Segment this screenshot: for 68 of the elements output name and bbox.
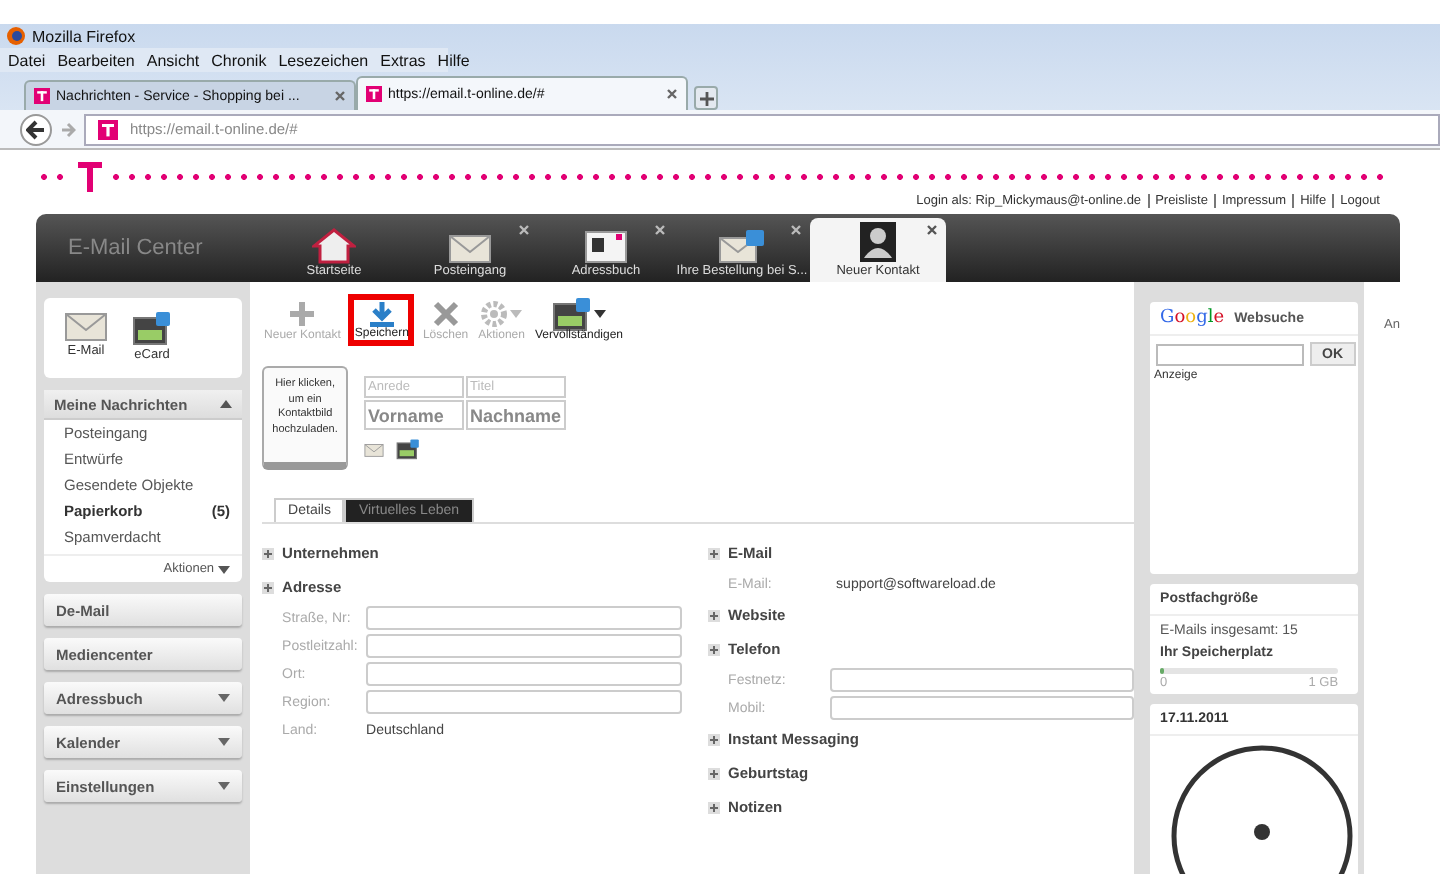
download-icon xyxy=(367,300,396,328)
close-icon[interactable] xyxy=(518,224,530,236)
back-arrow-icon xyxy=(26,119,46,139)
close-icon[interactable] xyxy=(790,224,802,236)
expand-icon[interactable] xyxy=(708,547,721,559)
expand-icon[interactable] xyxy=(708,733,721,745)
dropdown-button[interactable] xyxy=(218,694,231,702)
menu-item[interactable]: Bearbeiten xyxy=(57,51,135,69)
envelope-icon xyxy=(448,232,492,264)
input-field[interactable] xyxy=(366,690,683,714)
expand-icon[interactable] xyxy=(708,643,721,655)
input-field[interactable] xyxy=(366,662,683,686)
window-title: Mozilla Firefox xyxy=(32,27,136,45)
new-tab-button[interactable] xyxy=(694,86,718,110)
firefox-logo-icon xyxy=(6,26,26,46)
menu-item[interactable]: Extras xyxy=(380,51,426,69)
caret-icon xyxy=(218,738,231,746)
dropdown-button[interactable] xyxy=(218,738,231,746)
caret-icon xyxy=(510,310,523,318)
input-field[interactable]: Vorname xyxy=(364,400,465,430)
caret-icon xyxy=(220,400,233,408)
house-icon xyxy=(312,228,356,264)
app-title: E-Mail Center xyxy=(66,236,205,260)
google-logo: Google xyxy=(1160,308,1225,328)
expand-icon[interactable] xyxy=(262,581,275,593)
close-icon[interactable] xyxy=(654,224,666,236)
menu-item[interactable]: Ansicht xyxy=(146,51,200,69)
person-icon xyxy=(858,220,898,264)
dropdown-button[interactable] xyxy=(218,782,231,790)
x-icon xyxy=(431,300,460,328)
forward-arrow-icon xyxy=(60,121,76,137)
book-icon xyxy=(584,228,628,264)
envelope-icon xyxy=(718,228,766,264)
caret-icon xyxy=(218,565,231,573)
telekom-logo-icon xyxy=(34,88,50,104)
envelope-icon xyxy=(64,310,108,342)
telekom-logo-icon xyxy=(366,86,382,102)
card-icon xyxy=(552,296,592,332)
close-icon[interactable] xyxy=(926,224,938,236)
caret-icon xyxy=(218,782,231,790)
back-button[interactable] xyxy=(20,113,52,145)
telekom-logo xyxy=(78,160,102,192)
menu-item[interactable]: Chronik xyxy=(211,51,267,69)
input-field[interactable] xyxy=(830,696,1135,720)
search-field[interactable] xyxy=(1156,343,1305,365)
expand-icon[interactable] xyxy=(708,767,721,779)
plus-icon xyxy=(288,300,317,328)
input-field[interactable] xyxy=(366,634,683,658)
settings-icon xyxy=(480,300,509,328)
input-field[interactable] xyxy=(830,668,1135,692)
expand-icon[interactable] xyxy=(708,801,721,813)
caret-icon xyxy=(594,310,606,318)
expand-icon[interactable] xyxy=(262,547,275,559)
telekom-logo-icon xyxy=(98,119,118,139)
menu-item[interactable]: Hilfe xyxy=(437,51,470,69)
menu-item[interactable]: Datei xyxy=(8,51,46,69)
input-field[interactable] xyxy=(366,606,683,630)
input-field[interactable]: Nachname xyxy=(466,400,567,430)
close-icon[interactable] xyxy=(666,88,678,100)
menu-item[interactable]: Lesezeichen xyxy=(278,51,369,69)
expand-icon[interactable] xyxy=(708,609,721,621)
card-icon xyxy=(396,438,421,460)
envelope-icon xyxy=(364,441,385,457)
close-icon[interactable] xyxy=(334,90,346,102)
collapse-button[interactable] xyxy=(220,400,233,408)
card-icon xyxy=(132,310,172,346)
plus-icon xyxy=(699,91,713,105)
caret-icon xyxy=(218,694,231,702)
